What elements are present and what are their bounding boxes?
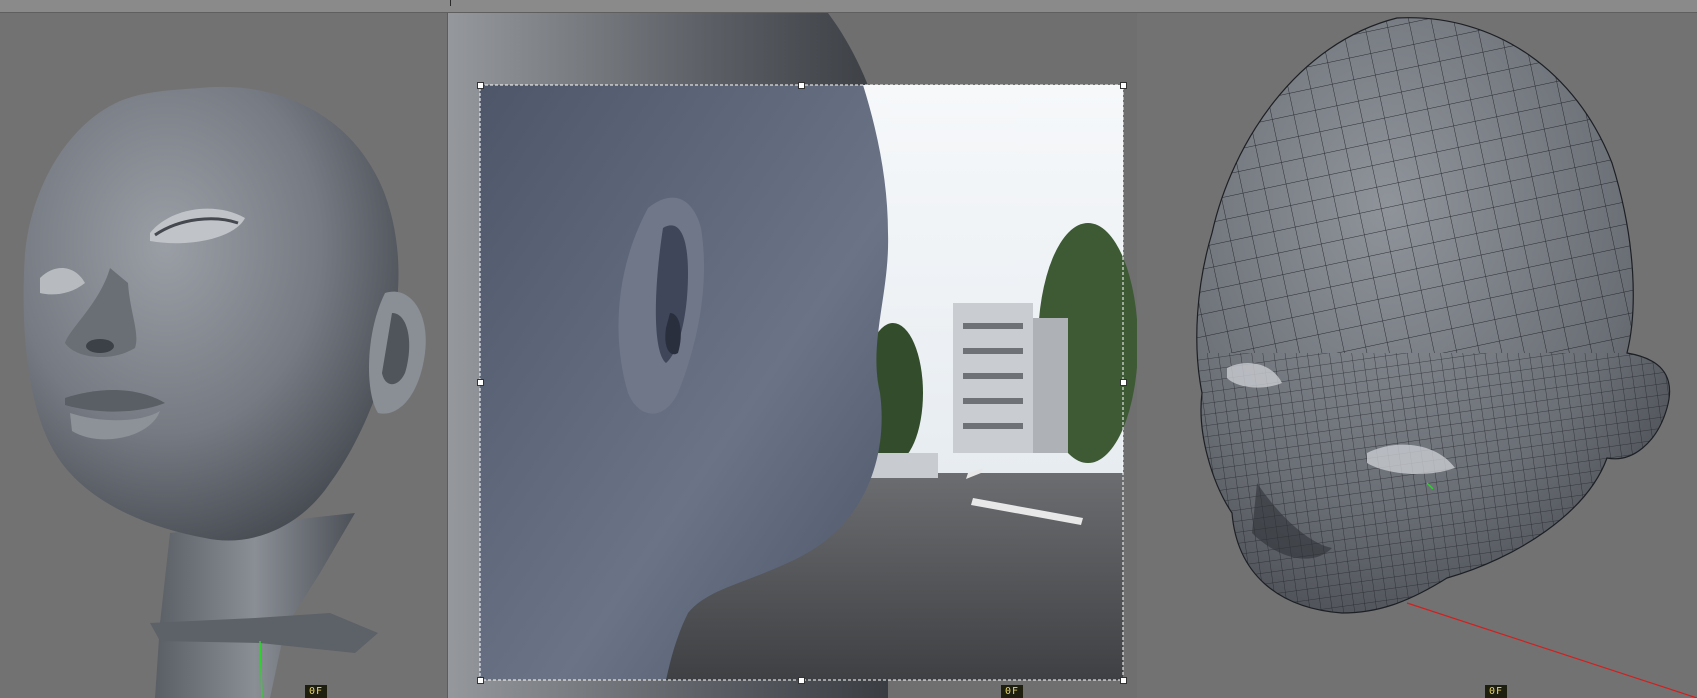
viewport-right[interactable]: 0F [1137, 13, 1697, 698]
transform-handle[interactable] [1120, 677, 1127, 684]
viewport-left[interactable]: 0F [0, 13, 447, 698]
camera-reference-scene [448, 13, 1138, 698]
timeline-marker[interactable] [450, 0, 451, 6]
transform-handle[interactable] [477, 677, 484, 684]
transform-handle[interactable] [1120, 379, 1127, 386]
axis-line [1406, 602, 1697, 698]
top-timeline-bar[interactable] [0, 0, 1697, 13]
frame-counter-badge: 0F [305, 685, 328, 698]
transform-handle[interactable] [1120, 82, 1127, 89]
shaded-head-model [23, 86, 426, 698]
transform-handle[interactable] [477, 379, 484, 386]
frame-counter-badge: 0F [1001, 685, 1024, 698]
transform-handle[interactable] [798, 677, 805, 684]
viewport-middle[interactable]: 0F [447, 13, 1138, 698]
wireframe-head-model [1196, 17, 1697, 698]
frame-counter-badge: 0F [1485, 685, 1508, 698]
transform-handle[interactable] [477, 82, 484, 89]
transform-handle[interactable] [798, 82, 805, 89]
